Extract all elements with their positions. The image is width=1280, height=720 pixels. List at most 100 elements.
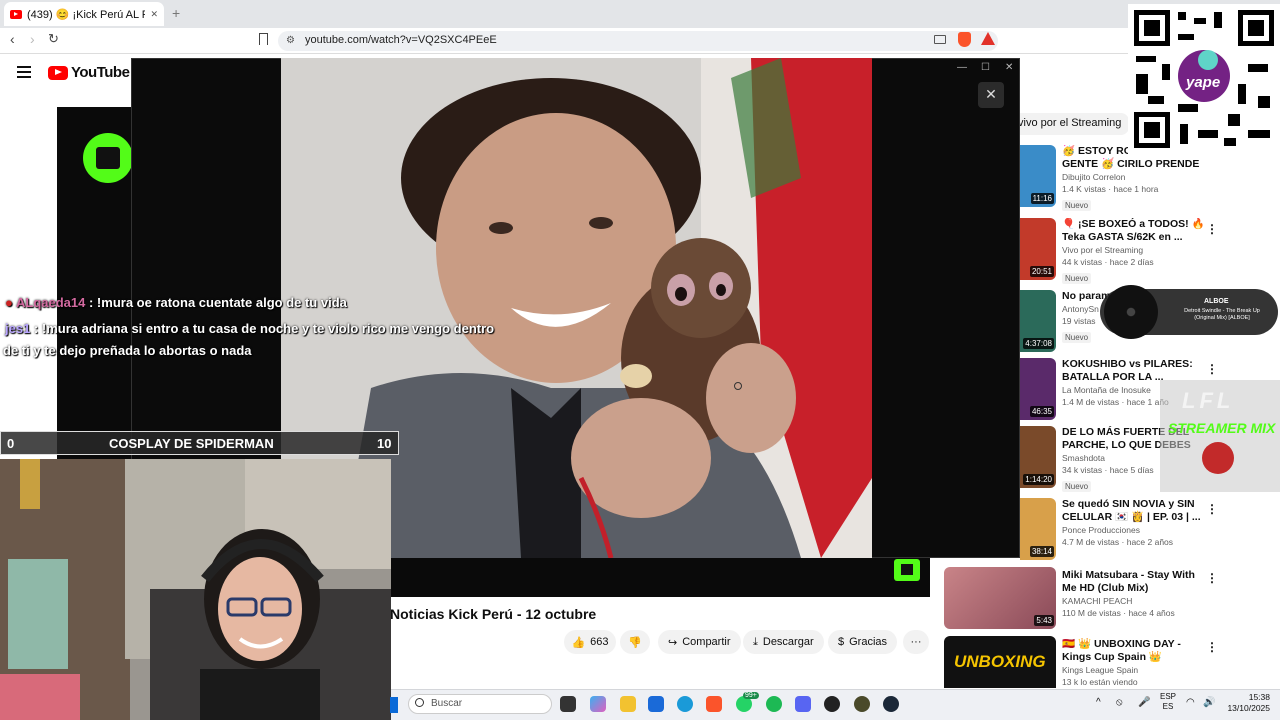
edge-icon[interactable]	[677, 696, 693, 712]
duration-badge: 1:14:20	[1023, 474, 1054, 485]
taskbar-search[interactable]: Buscar	[408, 694, 552, 714]
video-title[interactable]: Se quedó SIN NOVIA y SIN CELULAR 🇰🇷 👸 | …	[1062, 498, 1212, 524]
browser-tab-strip	[0, 0, 1280, 28]
reload-icon[interactable]: ↻	[48, 31, 59, 47]
video-thumbnail: 4:37:08	[1020, 290, 1056, 352]
download-button[interactable]: ⤓ Descargar	[743, 630, 824, 654]
new-badge: Nuevo	[1062, 273, 1092, 284]
channel-name[interactable]: Kings League Spain	[1062, 664, 1262, 676]
tray-network-icon[interactable]: ⦸	[1116, 697, 1123, 708]
obs-icon[interactable]	[824, 696, 840, 712]
rewards-icon[interactable]	[981, 32, 995, 45]
sidebar-video[interactable]: 38:14 Se quedó SIN NOVIA y SIN CELULAR 🇰…	[1020, 498, 1280, 564]
score-left: 0	[7, 436, 15, 451]
language-indicator[interactable]: ESP ES	[1157, 692, 1179, 712]
more-options-icon[interactable]: ⋮	[1206, 222, 1218, 236]
steam-icon[interactable]	[883, 696, 899, 712]
score-label: COSPLAY DE SPIDERMAN	[109, 436, 274, 451]
share-icon: ↪	[668, 636, 678, 649]
menu-icon[interactable]	[17, 66, 31, 78]
task-view-icon[interactable]	[560, 696, 576, 712]
dislike-button[interactable]: 👎	[620, 630, 650, 654]
tray-volume-icon[interactable]: 🔊	[1203, 697, 1215, 708]
bookmark-icon[interactable]	[259, 33, 268, 45]
video-kick-small-icon	[894, 559, 920, 581]
share-button[interactable]: ↪ Compartir	[658, 630, 741, 654]
search-icon	[415, 698, 424, 707]
video-thumbnail: UNBOXING	[944, 636, 1056, 688]
clock-time: 15:38	[1248, 692, 1270, 702]
video-meta: 110 M de vistas · hace 4 años	[1062, 608, 1175, 618]
app-circle-icon[interactable]	[854, 696, 870, 712]
lang-bottom: ES	[1162, 702, 1174, 711]
browser-tab[interactable]: (439) 😊 ¡Kick Perú AL RESCATE... ✕	[4, 2, 164, 26]
file-explorer-icon[interactable]	[620, 696, 636, 712]
download-label: Descargar	[762, 636, 814, 648]
channel-name[interactable]: Ponce Producciones	[1062, 524, 1212, 536]
sidebar-video[interactable]: 11:16 🥳 ESTOY RODEADO DE GENTE 🥳 CIRILO …	[1020, 145, 1280, 211]
like-button[interactable]: 👍 663	[564, 630, 616, 654]
taskbar-clock[interactable]: 15:38 13/10/2025	[1222, 692, 1270, 714]
window-maximize-button[interactable]: ☐	[981, 62, 990, 73]
duration-badge: 4:37:08	[1023, 338, 1054, 349]
video-title[interactable]: 🇪🇸 👑 UNBOXING DAY - Kings Cup Spain 👑	[1062, 638, 1212, 664]
chat-message: ● ALqaeda14 : !mura oe ratona cuentate a…	[5, 295, 347, 310]
duration-badge: 5:43	[1034, 615, 1054, 626]
channel-name[interactable]: Vivo por el Streaming	[1062, 244, 1212, 256]
forward-icon[interactable]: ›	[30, 31, 35, 47]
start-button[interactable]	[390, 697, 398, 713]
video-title[interactable]: Miki Matsubara - Stay With Me HD (Club M…	[1062, 569, 1212, 595]
youtube-play-icon	[48, 65, 68, 80]
chat-username: jes1	[5, 321, 31, 336]
more-options-icon[interactable]: ⋮	[1206, 571, 1218, 585]
window-close-button[interactable]: ✕	[1005, 62, 1013, 73]
brave-icon[interactable]	[706, 696, 722, 712]
back-icon[interactable]: ‹	[10, 31, 15, 47]
video-thumbnail: 38:14	[1020, 498, 1056, 560]
url-field[interactable]: youtube.com/watch?v=VQ2SXC4PEeE	[278, 31, 998, 51]
music-artist: ALBOE	[1204, 298, 1229, 305]
discord-icon[interactable]	[795, 696, 811, 712]
new-badge: Nuevo	[1062, 332, 1092, 343]
store-icon[interactable]	[648, 696, 664, 712]
video-title[interactable]: 🎈 ¡SE BOXEÓ a TODOS! 🔥 Teka GASTA S/62K …	[1062, 218, 1212, 244]
video-thumbnail: 20:51	[1020, 218, 1056, 280]
sidebar-video[interactable]: 20:51 🎈 ¡SE BOXEÓ a TODOS! 🔥 Teka GASTA …	[1020, 218, 1280, 284]
more-options-icon[interactable]: ⋮	[1206, 362, 1218, 376]
more-actions-button[interactable]: ···	[903, 630, 929, 654]
brave-shield-icon[interactable]	[958, 32, 971, 47]
tray-wifi-icon[interactable]: ◠	[1186, 697, 1195, 708]
video-thumbnail: 1:14:20	[1020, 426, 1056, 488]
viewer-close-button[interactable]: ✕	[978, 82, 1004, 108]
thanks-label: Gracias	[849, 636, 888, 648]
challenge-score-bar: 0 COSPLAY DE SPIDERMAN 10	[0, 431, 399, 455]
chat-message: jes1 : !mura adriana si entro a tu casa …	[5, 321, 494, 336]
webcam-illustration	[0, 459, 391, 720]
site-info-icon[interactable]: ⚙	[286, 35, 295, 46]
tray-mic-icon[interactable]: 🎤	[1138, 697, 1150, 708]
youtube-logo[interactable]: YouTube PE	[48, 64, 141, 81]
tab-close-icon[interactable]: ✕	[150, 9, 158, 20]
sidebar-video[interactable]: UNBOXING 🇪🇸 👑 UNBOXING DAY - Kings Cup S…	[944, 636, 1280, 688]
lfl-emblem-icon	[1202, 442, 1234, 474]
filter-chip[interactable]: vivo por el Streaming	[1010, 113, 1130, 135]
video-meta: 44 k vistas · hace 2 días	[1062, 257, 1154, 267]
thanks-button[interactable]: $ Gracias	[828, 630, 898, 654]
spotify-icon[interactable]	[766, 696, 782, 712]
thumbs-up-icon: 👍	[571, 636, 586, 649]
new-tab-button[interactable]: +	[172, 5, 180, 21]
lang-top: ESP	[1159, 692, 1176, 701]
more-options-icon[interactable]: ⋮	[1206, 502, 1218, 516]
channel-name[interactable]: Dibujito Correlon	[1062, 171, 1212, 183]
duration-badge: 20:51	[1029, 266, 1054, 277]
video-meta: 4.7 M de vistas · hace 2 años	[1062, 537, 1174, 547]
chat-message: de ti y te dejo preñada lo abortas o nad…	[3, 343, 252, 358]
channel-name[interactable]: KAMACHI PEACH	[1062, 595, 1262, 607]
more-options-icon[interactable]: ⋮	[1206, 640, 1218, 654]
cast-icon[interactable]	[934, 35, 946, 44]
tray-chevron-icon[interactable]: ^	[1096, 697, 1101, 708]
share-label: Compartir	[682, 636, 731, 648]
window-minimize-button[interactable]: —	[957, 62, 967, 73]
copilot-icon[interactable]	[590, 696, 606, 712]
sidebar-video[interactable]: 5:43 Miki Matsubara - Stay With Me HD (C…	[944, 567, 1280, 631]
